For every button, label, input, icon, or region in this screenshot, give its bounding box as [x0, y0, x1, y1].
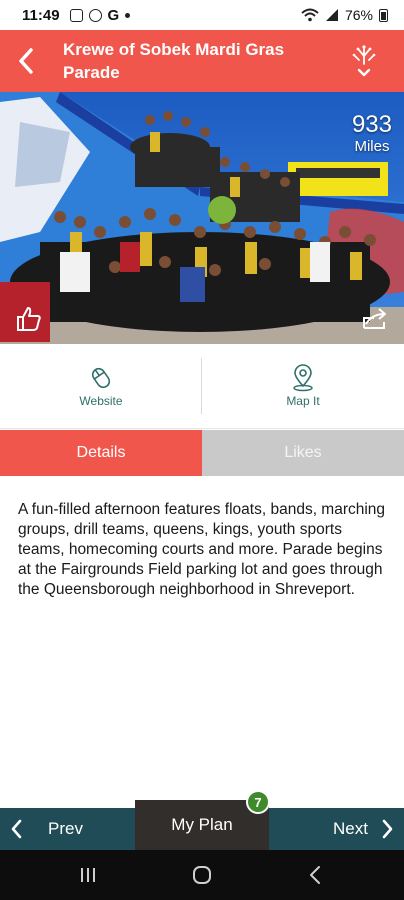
back-button[interactable]	[10, 43, 42, 79]
system-nav-bar	[0, 850, 404, 900]
messenger-notification-icon	[88, 8, 102, 22]
festival-menu-button[interactable]	[344, 42, 384, 82]
distance-value: 933	[351, 111, 392, 138]
tab-details[interactable]: Details	[0, 430, 202, 476]
map-it-label: Map It	[286, 394, 320, 408]
status-left: 11:49 G	[22, 6, 131, 24]
battery-percent: 76%	[344, 7, 373, 23]
tab-likes[interactable]: Likes	[202, 430, 404, 476]
event-photo: 933 Miles	[0, 92, 404, 344]
chevron-left-icon	[11, 819, 22, 839]
map-pin-icon	[293, 364, 313, 392]
recent-apps-button[interactable]	[76, 864, 100, 886]
event-title: Krewe of Sobek Mardi Gras Parade	[63, 40, 285, 82]
home-icon	[193, 866, 211, 884]
distance-indicator: 933 Miles	[351, 111, 392, 156]
system-back-icon	[310, 866, 320, 884]
share-burst-icon	[352, 45, 376, 77]
back-chevron-icon	[19, 48, 33, 74]
share-arrow-icon	[363, 308, 386, 329]
recent-apps-icon	[81, 868, 95, 882]
action-row: Website Map It	[0, 344, 404, 429]
my-plan-count-badge: 7	[246, 790, 270, 814]
signal-icon	[325, 9, 338, 21]
website-label: Website	[79, 394, 123, 408]
mouse-icon	[91, 367, 111, 389]
system-back-button[interactable]	[304, 864, 328, 886]
status-bar: 11:49 G 76%	[0, 0, 404, 30]
home-button[interactable]	[190, 864, 214, 886]
chevron-right-icon	[382, 819, 393, 839]
share-button[interactable]	[360, 304, 390, 334]
status-right: 76%	[301, 7, 388, 23]
status-time: 11:49	[22, 6, 60, 24]
more-notifications-icon	[125, 12, 131, 18]
next-label: Next	[333, 819, 368, 838]
thumbs-up-icon	[17, 307, 41, 331]
battery-icon	[379, 8, 388, 22]
event-header: Krewe of Sobek Mardi Gras Parade	[0, 30, 404, 92]
distance-unit: Miles	[354, 138, 390, 155]
parade-group-photo	[0, 92, 404, 344]
map-it-button[interactable]: Map It	[202, 344, 404, 429]
event-description: A fun-filled afternoon features floats, …	[18, 501, 386, 598]
detail-tabs: Details Likes	[0, 430, 404, 476]
next-button[interactable]: Next	[333, 808, 394, 850]
google-notification-icon: G	[107, 6, 120, 24]
website-button[interactable]: Website	[0, 344, 202, 429]
wifi-icon	[301, 8, 319, 22]
like-button[interactable]	[14, 304, 44, 334]
prev-button[interactable]: Prev	[10, 808, 83, 850]
gallery-notification-icon	[69, 8, 83, 22]
prev-label: Prev	[48, 819, 83, 838]
